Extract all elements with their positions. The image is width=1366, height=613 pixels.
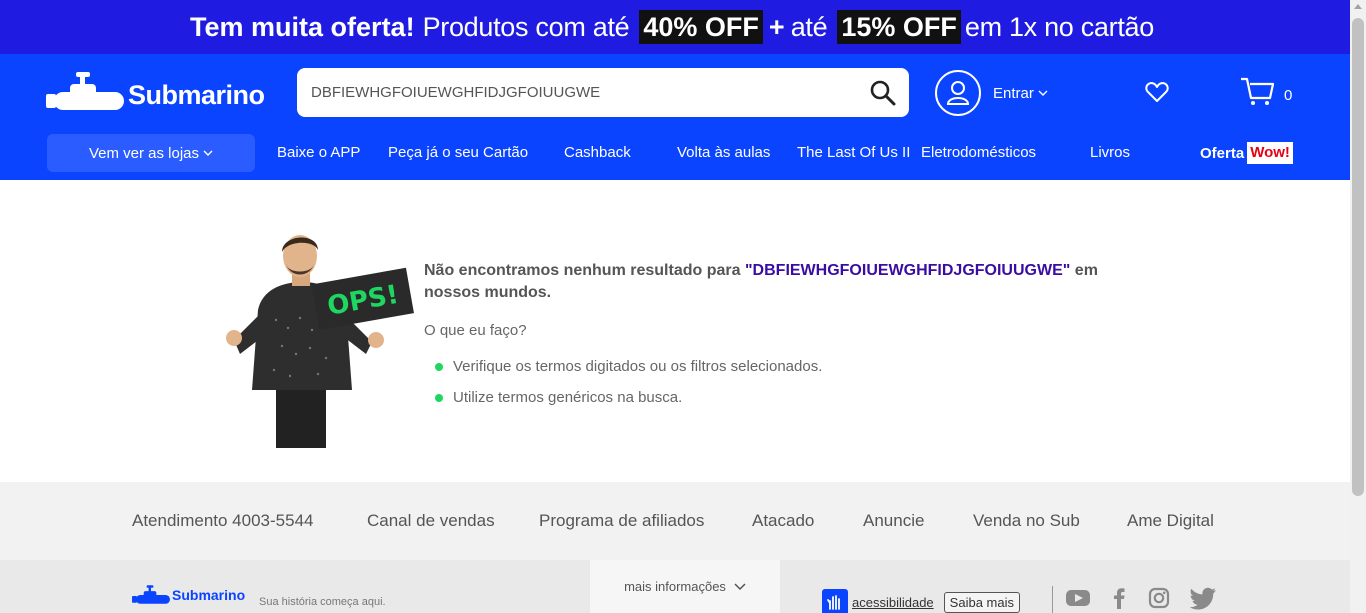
twitter-icon[interactable] <box>1189 587 1217 611</box>
footer-link-ame-digital[interactable]: Ame Digital <box>1127 482 1214 560</box>
promo-headline: Tem muita oferta! <box>190 11 415 42</box>
nav-item-cashback[interactable]: Cashback <box>564 134 631 172</box>
search-icon <box>870 80 896 106</box>
footer-links: Atendimento 4003-5544 Canal de vendas Pr… <box>0 482 1350 560</box>
search-button[interactable] <box>869 79 897 107</box>
wow-badge: Wow! <box>1247 142 1293 164</box>
tip-text: Verifique os termos digitados ou os filt… <box>453 358 823 375</box>
cart-count: 0 <box>1284 86 1293 104</box>
list-item: Utilize termos genéricos na busca. <box>424 382 1144 413</box>
bullet-icon <box>435 393 443 402</box>
search-input[interactable] <box>311 68 851 117</box>
bullet-icon <box>435 362 443 371</box>
nav-item-last-of-us[interactable]: The Last Of Us II <box>797 134 910 172</box>
search-bar <box>297 68 909 117</box>
stores-dropdown[interactable]: Vem ver as lojas <box>47 134 255 172</box>
accessibility-block: acessibilidade Saiba mais <box>822 589 1020 613</box>
nav-item-app[interactable]: Baixe o APP <box>277 134 360 172</box>
nav-item-cartao[interactable]: Peça já o seu Cartão <box>388 134 528 172</box>
help-subtitle: O que eu faço? <box>424 322 527 339</box>
site-header: Submarino Entrar <box>0 54 1350 180</box>
user-icon <box>946 81 970 105</box>
more-info-toggle[interactable]: mais informações <box>590 560 780 613</box>
footer-link-atendimento[interactable]: Atendimento 4003-5544 <box>132 482 313 560</box>
stores-label: Vem ver as lojas <box>88 144 200 162</box>
no-results-section: OPS! Não encontramos nenhum resultado pa… <box>0 180 1350 482</box>
promo-discount-2: 15% OFF <box>837 10 961 44</box>
nav-item-eletrodomesticos[interactable]: Eletrodomésticos <box>921 134 1036 172</box>
nav-item-livros[interactable]: Livros <box>1090 134 1130 172</box>
footer-tagline: Sua história começa aqui. <box>259 596 386 608</box>
promo-banner[interactable]: Tem muita oferta! Produtos com até 40% O… <box>0 0 1350 54</box>
nav-item-volta-aulas[interactable]: Volta às aulas <box>677 134 770 172</box>
account-menu[interactable]: Entrar <box>935 70 1048 116</box>
user-avatar <box>935 70 981 116</box>
footer-link-anuncie[interactable]: Anuncie <box>863 482 924 560</box>
logo-text: Submarino <box>128 79 265 110</box>
promo-discount-1: 40% OFF <box>639 10 763 44</box>
chevron-down-icon <box>734 582 746 591</box>
more-info-label: mais informações <box>624 579 726 594</box>
cart-icon <box>1241 77 1274 105</box>
footer-link-atacado[interactable]: Atacado <box>752 482 814 560</box>
submarine-icon <box>132 585 170 604</box>
facebook-icon[interactable] <box>1111 587 1127 609</box>
login-label: Entrar <box>993 84 1034 102</box>
accessibility-hand-icon <box>822 589 848 613</box>
promo-text-2: até <box>790 11 828 42</box>
footer-link-venda-sub[interactable]: Venda no Sub <box>973 482 1080 560</box>
promo-text-1: Produtos com até <box>422 11 630 42</box>
page-scrollbar[interactable] <box>1350 0 1366 613</box>
footer-link-afiliados[interactable]: Programa de afiliados <box>539 482 704 560</box>
promo-text-3: em 1x no cartão <box>964 11 1154 42</box>
cart-button[interactable]: 0 <box>1240 76 1292 106</box>
no-results-message: Não encontramos nenhum resultado para "D… <box>424 260 1144 413</box>
promo-plus: + <box>768 11 785 42</box>
footer-bottom: Submarino Sua história começa aqui. mais… <box>0 560 1350 613</box>
chevron-down-icon <box>203 150 213 157</box>
oferta-label: Oferta <box>1200 144 1245 162</box>
footer-link-canal-vendas[interactable]: Canal de vendas <box>367 482 495 560</box>
title-prefix: Não encontramos nenhum resultado para <box>424 262 741 279</box>
list-item: Verifique os termos digitados ou os filt… <box>424 351 1144 382</box>
footer-logo[interactable]: Submarino <box>132 584 245 606</box>
heart-icon <box>1145 82 1169 102</box>
scroll-up-arrow-icon[interactable] <box>1354 4 1362 9</box>
saiba-mais-button[interactable]: Saiba mais <box>943 591 1020 613</box>
scrollbar-thumb[interactable] <box>1352 18 1364 496</box>
footer-logo-text: Submarino <box>172 587 246 603</box>
accessibility-link[interactable]: acessibilidade <box>852 595 934 610</box>
search-query: "DBFIEWHGFOIUEWGHFIDJGFOIUUGWE" <box>744 262 1071 279</box>
tips-list: Verifique os termos digitados ou os filt… <box>424 351 1144 413</box>
ops-illustration: OPS! <box>226 235 414 448</box>
submarino-logo[interactable]: Submarino <box>46 70 265 114</box>
page: Tem muita oferta! Produtos com até 40% O… <box>0 0 1366 613</box>
chevron-down-icon <box>1038 90 1048 96</box>
no-results-title: Não encontramos nenhum resultado para "D… <box>424 260 1144 304</box>
nav-item-oferta-wow[interactable]: Oferta Wow! <box>1200 134 1293 172</box>
main-nav: Vem ver as lojas Baixe o APP Peça já o s… <box>0 134 1350 172</box>
youtube-icon[interactable] <box>1065 587 1091 609</box>
instagram-icon[interactable] <box>1148 587 1170 609</box>
submarine-icon <box>46 72 124 110</box>
favorites-button[interactable] <box>1145 81 1169 108</box>
tip-text: Utilize termos genéricos na busca. <box>453 389 683 406</box>
footer-divider <box>1052 586 1053 613</box>
